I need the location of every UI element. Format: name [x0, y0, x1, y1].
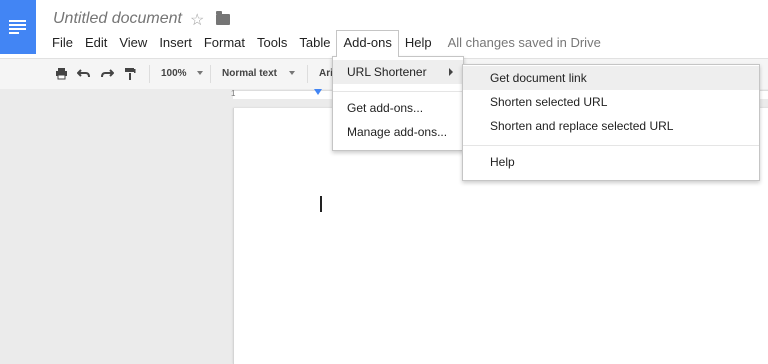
zoom-select[interactable]: 100%	[161, 68, 187, 79]
menubar: File Edit View Insert Format Tools Table…	[46, 30, 601, 57]
text-cursor	[320, 196, 322, 212]
logo-line	[9, 28, 26, 30]
menu-divider	[333, 91, 463, 92]
chevron-down-icon[interactable]	[289, 71, 295, 75]
header: Untitled document ☆ File Edit View Inser…	[0, 0, 768, 58]
menu-item-get-add-ons[interactable]: Get add-ons...	[333, 96, 463, 120]
ruler-label: 1	[231, 89, 236, 98]
menu-edit[interactable]: Edit	[79, 31, 113, 53]
menu-tools[interactable]: Tools	[251, 31, 293, 53]
menu-item-get-document-link[interactable]: Get document link	[463, 66, 759, 90]
toolbar-divider	[149, 65, 150, 83]
menu-file[interactable]: File	[46, 31, 79, 53]
indent-marker[interactable]	[314, 89, 322, 95]
toolbar-divider	[307, 65, 308, 83]
menu-item-shorten-and-replace[interactable]: Shorten and replace selected URL	[463, 114, 759, 138]
menu-help[interactable]: Help	[399, 31, 438, 53]
toolbar-divider	[210, 65, 211, 83]
chevron-down-icon[interactable]	[197, 71, 203, 75]
submenu-arrow-icon	[449, 68, 453, 76]
menu-view[interactable]: View	[113, 31, 153, 53]
undo-icon[interactable]	[76, 67, 91, 80]
style-select[interactable]: Normal text	[222, 68, 277, 79]
url-shortener-submenu: Get document link Shorten selected URL S…	[462, 64, 760, 181]
add-ons-menu: URL Shortener Get add-ons... Manage add-…	[332, 56, 464, 151]
menu-item-shorten-selected-url[interactable]: Shorten selected URL	[463, 90, 759, 114]
menu-item-url-shortener[interactable]: URL Shortener	[333, 60, 463, 84]
menu-item-help[interactable]: Help	[463, 150, 759, 174]
star-icon[interactable]: ☆	[190, 10, 204, 30]
menu-table[interactable]: Table	[293, 31, 336, 53]
document-title[interactable]: Untitled document	[53, 10, 182, 28]
menu-divider	[463, 145, 759, 146]
font-select[interactable]: Ari	[319, 68, 333, 79]
menu-insert[interactable]: Insert	[153, 31, 198, 53]
logo-line	[9, 32, 19, 34]
logo-line	[9, 24, 26, 26]
menu-item-label: URL Shortener	[347, 65, 427, 79]
menu-add-ons[interactable]: Add-ons	[336, 30, 399, 57]
print-icon[interactable]	[54, 67, 68, 80]
docs-logo-icon[interactable]	[0, 0, 36, 54]
redo-icon[interactable]	[100, 67, 115, 80]
logo-line	[9, 20, 26, 22]
folder-icon[interactable]	[216, 11, 230, 25]
menu-item-manage-add-ons[interactable]: Manage add-ons...	[333, 120, 463, 144]
save-status[interactable]: All changes saved in Drive	[438, 31, 601, 53]
menu-format[interactable]: Format	[198, 31, 251, 53]
paint-format-icon[interactable]	[123, 67, 137, 80]
